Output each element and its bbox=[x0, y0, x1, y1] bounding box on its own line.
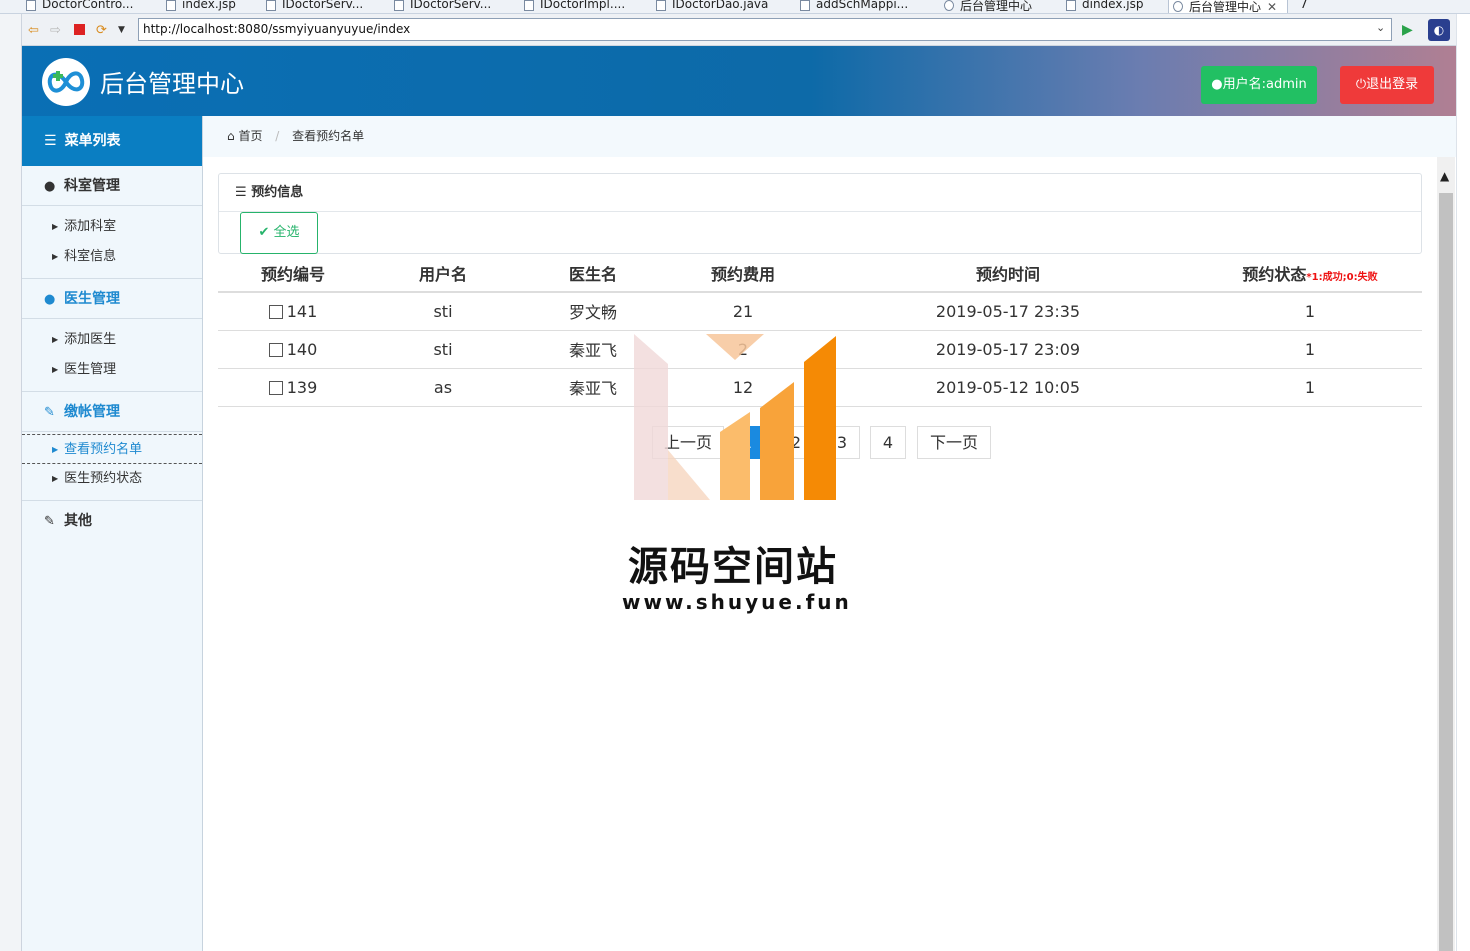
status-note: *1:成功;0:失败 bbox=[1306, 271, 1378, 283]
go-icon[interactable]: ▶ bbox=[1402, 22, 1413, 38]
edit-icon: ✎ bbox=[44, 514, 55, 529]
back-arrow-icon[interactable]: ⇦ bbox=[28, 23, 39, 38]
select-all-button[interactable]: ✔ 全选 bbox=[240, 212, 318, 254]
column-header-status: 预约状态*1:成功;0:失败 bbox=[1198, 254, 1422, 293]
forward-arrow-icon[interactable]: ⇨ bbox=[50, 23, 61, 38]
external-browser-icon[interactable]: ◐ bbox=[1428, 19, 1450, 41]
app-header: 后台管理中心 ●用户名:admin ⏻退出登录 bbox=[22, 46, 1456, 116]
list-icon: ☰ bbox=[235, 185, 252, 200]
column-header: 预约时间 bbox=[818, 254, 1198, 293]
breadcrumb-home[interactable]: 首页 bbox=[238, 129, 262, 143]
page-button[interactable]: 4 bbox=[870, 426, 906, 459]
ide-right-gutter bbox=[1456, 14, 1470, 951]
file-icon bbox=[166, 0, 176, 11]
caret-right-icon: ▶ bbox=[52, 365, 59, 374]
file-icon bbox=[266, 0, 276, 11]
sidebar: ☰ 菜单列表 ● 科室管理 ▶ 添加科室 ▶ 科室信息 ● 医生管理 ▶ 添加医生 ▶ 医生管… bbox=[22, 116, 203, 951]
close-icon[interactable]: ✕ bbox=[1267, 0, 1277, 13]
sidebar-heading: ☰ 菜单列表 bbox=[22, 116, 202, 166]
refresh-icon[interactable]: ⟳ bbox=[96, 23, 107, 38]
breadcrumb: ⌂ 首页 / 查看预约名单 bbox=[203, 116, 1456, 157]
ide-tab[interactable]: IDoctorDao.java bbox=[652, 0, 768, 13]
sidebar-group-doctor[interactable]: ● 医生管理 bbox=[22, 279, 202, 319]
column-header: 医生名 bbox=[518, 254, 668, 293]
file-icon bbox=[800, 0, 810, 11]
address-dropdown-icon[interactable]: ⌄ bbox=[1376, 21, 1385, 34]
ide-tab-overflow[interactable]: 7 bbox=[1290, 0, 1308, 13]
watermark-name: 源码空间站 bbox=[628, 544, 838, 590]
ide-tab[interactable]: IDoctorServ... bbox=[390, 0, 491, 13]
sidebar-item-add-doctor[interactable]: ▶ 添加医生 bbox=[22, 325, 202, 355]
user-icon: ● bbox=[1211, 77, 1223, 92]
sidebar-item-view-appointments[interactable]: ▶ 查看预约名单 bbox=[22, 434, 202, 464]
browser-toolbar: ⇦ ⇨ ⟳ ▼ http://localhost:8080/ssmyiyuany… bbox=[22, 14, 1457, 46]
caret-right-icon: ▶ bbox=[52, 445, 59, 454]
file-icon bbox=[26, 0, 36, 11]
caret-right-icon: ▶ bbox=[52, 252, 59, 261]
globe-icon bbox=[1173, 1, 1183, 12]
ide-tab[interactable]: dindex.jsp bbox=[1062, 0, 1143, 13]
column-header: 预约编号 bbox=[218, 254, 368, 293]
ide-tab-active[interactable]: 后台管理中心 ✕ bbox=[1168, 0, 1288, 13]
panel-title: ☰ 预约信息 bbox=[219, 174, 1421, 212]
row-checkbox[interactable] bbox=[268, 380, 283, 395]
ide-tab[interactable]: IDoctorImpl.... bbox=[520, 0, 625, 13]
check-icon: ✔ bbox=[258, 225, 274, 240]
breadcrumb-separator: / bbox=[275, 129, 280, 143]
file-icon bbox=[656, 0, 666, 11]
sidebar-group-department[interactable]: ● 科室管理 bbox=[22, 166, 202, 206]
sidebar-item-department-info[interactable]: ▶ 科室信息 bbox=[22, 242, 202, 272]
user-icon: ● bbox=[44, 179, 56, 194]
site-title: 后台管理中心 bbox=[100, 70, 244, 98]
vertical-scrollbar[interactable]: ▲ bbox=[1437, 157, 1455, 951]
column-header: 预约费用 bbox=[668, 254, 818, 293]
caret-right-icon: ▶ bbox=[52, 335, 59, 344]
stop-icon[interactable] bbox=[74, 24, 85, 35]
list-icon: ☰ bbox=[44, 133, 57, 149]
address-bar[interactable]: http://localhost:8080/ssmyiyuanyuyue/ind… bbox=[138, 18, 1392, 41]
file-icon bbox=[1066, 0, 1076, 11]
ide-tab[interactable]: addSchMappi... bbox=[796, 0, 908, 13]
user-icon: ● bbox=[44, 292, 56, 307]
ide-tab[interactable]: IDoctorServ... bbox=[262, 0, 363, 13]
file-icon bbox=[394, 0, 404, 11]
row-checkbox[interactable] bbox=[268, 304, 283, 319]
chevron-down-icon[interactable]: ▼ bbox=[118, 25, 125, 35]
appointment-panel: ☰ 预约信息 ✔ 全选 bbox=[218, 173, 1422, 254]
ide-tab[interactable]: 后台管理中心 bbox=[940, 0, 1032, 13]
caret-right-icon: ▶ bbox=[52, 474, 59, 483]
ide-tab[interactable]: DoctorContro... bbox=[22, 0, 133, 13]
file-icon bbox=[524, 0, 534, 11]
ide-left-gutter bbox=[0, 14, 22, 951]
sidebar-group-billing[interactable]: ✎ 缴帐管理 bbox=[22, 392, 202, 432]
scrollbar-thumb[interactable] bbox=[1439, 193, 1453, 951]
ide-tab[interactable]: index.jsp bbox=[162, 0, 236, 13]
user-button[interactable]: ●用户名:admin bbox=[1201, 66, 1317, 104]
sidebar-item-doctor-appointment-status[interactable]: ▶ 医生预约状态 bbox=[22, 464, 202, 494]
watermark-url: www.shuyue.fun bbox=[622, 590, 852, 614]
sidebar-item-doctor-manage[interactable]: ▶ 医生管理 bbox=[22, 355, 202, 385]
sidebar-group-other[interactable]: ✎ 其他 bbox=[22, 501, 202, 541]
sidebar-item-add-department[interactable]: ▶ 添加科室 bbox=[22, 212, 202, 242]
breadcrumb-current: 查看预约名单 bbox=[292, 129, 365, 143]
table-header-row: 预约编号 用户名 医生名 预约费用 预约时间 预约状态*1:成功;0:失败 bbox=[218, 254, 1422, 293]
table-row: 141 sti 罗文畅 21 2019-05-17 23:35 1 bbox=[218, 292, 1422, 331]
row-checkbox[interactable] bbox=[268, 342, 283, 357]
ide-tab-strip: DoctorContro... index.jsp IDoctorServ...… bbox=[0, 0, 1470, 14]
scroll-up-icon[interactable]: ▲ bbox=[1440, 169, 1449, 183]
column-header: 用户名 bbox=[368, 254, 518, 293]
caret-right-icon: ▶ bbox=[52, 222, 59, 231]
globe-icon bbox=[944, 0, 954, 11]
home-icon: ⌂ bbox=[227, 129, 235, 143]
next-page-button[interactable]: 下一页 bbox=[917, 426, 991, 459]
edit-icon: ✎ bbox=[44, 405, 55, 420]
logo bbox=[42, 58, 90, 106]
logo-icon bbox=[47, 71, 85, 93]
power-icon: ⏻ bbox=[1355, 77, 1367, 92]
logout-button[interactable]: ⏻退出登录 bbox=[1340, 66, 1434, 104]
